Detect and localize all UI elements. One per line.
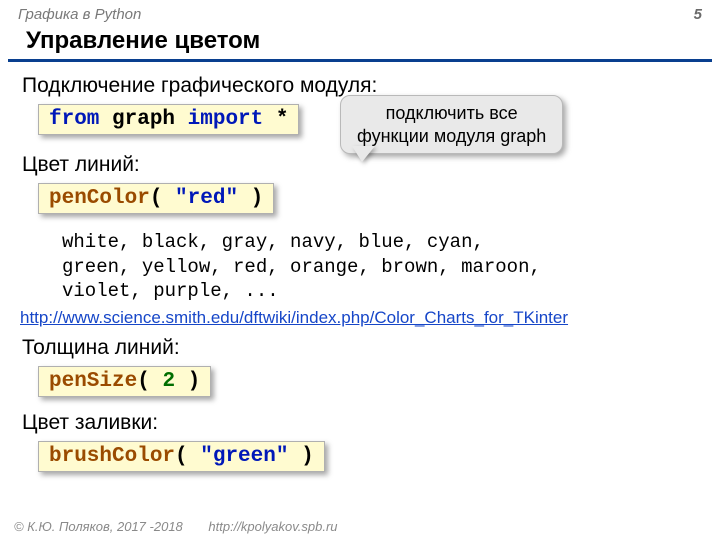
paren-close2: ) bbox=[175, 370, 200, 393]
fn-pencolor: penColor bbox=[49, 187, 150, 210]
callout-tail-icon bbox=[352, 146, 375, 162]
fn-brushcolor: brushColor bbox=[49, 445, 175, 468]
page-title: Управление цветом bbox=[8, 25, 712, 62]
author-url[interactable]: http://kpolyakov.spb.ru bbox=[208, 519, 337, 534]
header: Графика в Python 5 bbox=[0, 0, 720, 25]
paren-close3: ) bbox=[288, 445, 313, 468]
page-number: 5 bbox=[694, 6, 702, 23]
callout-line1: подключить все bbox=[357, 102, 546, 125]
color-list: white, black, gray, navy, blue, cyan, gr… bbox=[0, 220, 720, 306]
arg-red: "red" bbox=[175, 187, 238, 210]
arg-green: "green" bbox=[200, 445, 288, 468]
kw-import: import bbox=[188, 108, 264, 131]
topic-label: Графика в Python bbox=[18, 6, 141, 23]
paren-open3: ( bbox=[175, 445, 200, 468]
code-pensize: penSize( 2 ) bbox=[38, 366, 211, 397]
footer: © К.Ю. Поляков, 2017 -2018 http://kpolya… bbox=[14, 519, 338, 534]
module-name: graph bbox=[99, 108, 187, 131]
code-pencolor: penColor( "red" ) bbox=[38, 183, 274, 214]
paren-open: ( bbox=[150, 187, 175, 210]
fn-pensize: penSize bbox=[49, 370, 137, 393]
arg-2: 2 bbox=[162, 370, 175, 393]
code-import: from graph import * bbox=[38, 104, 299, 135]
tkinter-colors-link[interactable]: http://www.science.smith.edu/dftwiki/ind… bbox=[0, 306, 568, 330]
callout-line2: функции модуля graph bbox=[357, 125, 546, 148]
kw-from: from bbox=[49, 108, 99, 131]
code-brushcolor: brushColor( "green" ) bbox=[38, 441, 325, 472]
copyright: © К.Ю. Поляков, 2017 -2018 bbox=[14, 519, 183, 534]
star: * bbox=[263, 108, 288, 131]
paren-close: ) bbox=[238, 187, 263, 210]
section-brushcolor-label: Цвет заливки: bbox=[0, 403, 720, 441]
section-pensize-label: Толщина линий: bbox=[0, 330, 720, 366]
paren-open2: ( bbox=[137, 370, 162, 393]
